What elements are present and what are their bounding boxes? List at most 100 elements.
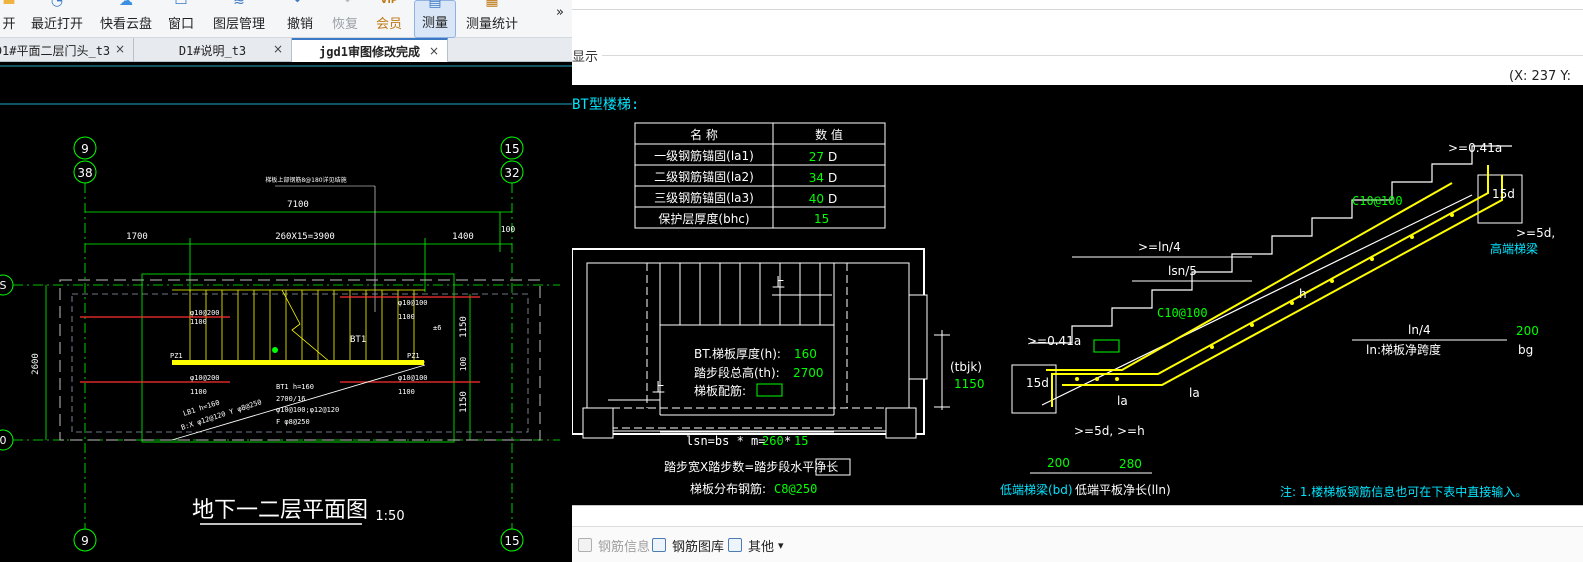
svg-text:二级钢筋锚固(la2): 二级钢筋锚固(la2) [654, 169, 754, 184]
window-button[interactable]: ▭ 窗口 [166, 0, 196, 38]
close-icon[interactable]: × [429, 44, 439, 58]
toolbar-overflow-button[interactable]: » [556, 5, 564, 20]
rebar-library-button[interactable]: 钢筋图库 [652, 534, 724, 556]
svg-text:(tbjk): (tbjk) [950, 360, 982, 374]
svg-text:φ10@100: φ10@100 [398, 299, 428, 307]
dialog-titlebar [572, 0, 1583, 10]
svg-text:一级钢筋锚固(la1): 一级钢筋锚固(la1) [654, 148, 754, 163]
redo-button[interactable]: ↷ 恢复 [330, 0, 360, 38]
svg-text:φ10@100;φ12@120: φ10@100;φ12@120 [276, 406, 339, 414]
axis-bubble: 9 15 [73, 528, 524, 552]
measure-stats-button[interactable]: ▦ 测量统计 [464, 0, 520, 38]
tab-jgd1-review[interactable]: jgd1审图修改完成 × [292, 38, 448, 62]
svg-text:数 值: 数 值 [815, 127, 843, 142]
stair-parameter-dialog: 显示 (X: 237 Y: BT型楼梯: 名 称 数 值 一级钢筋锚固(la1)… [572, 0, 1583, 562]
rebar-info-button[interactable]: 钢筋信息 [578, 534, 650, 556]
svg-text:1150: 1150 [954, 377, 985, 391]
group-divider [602, 55, 1583, 56]
vip-badge-icon: VIP [380, 0, 398, 6]
redo-icon: ↷ [339, 0, 351, 9]
stair-treads [172, 289, 425, 363]
svg-text:BT.梯板厚度(h):: BT.梯板厚度(h): [694, 346, 781, 361]
svg-text:三级钢筋锚固(la3): 三级钢筋锚固(la3) [654, 190, 754, 205]
cloud-button[interactable]: ☁ 快看云盘 [98, 0, 154, 38]
svg-text:260X15=3900: 260X15=3900 [275, 232, 335, 242]
svg-text:低端梯梁(bd): 低端梯梁(bd) [1000, 482, 1073, 497]
svg-text:>=5d,: >=5d, [1516, 226, 1555, 240]
document-tab-bar: D1#平面二层门头_t3 × D1#说明_t3 × jgd1审图修改完成 × [0, 38, 572, 62]
svg-text:la: la [1117, 394, 1128, 408]
display-group-label: 显示 [572, 50, 599, 65]
svg-text:D: D [828, 150, 837, 164]
dialog-bottom-toolbar: 钢筋信息 钢筋图库 其他 ▾ [572, 526, 1583, 562]
svg-text:lsn/5: lsn/5 [1168, 264, 1197, 278]
svg-text:>=5d, >=h: >=5d, >=h [1074, 424, 1145, 438]
svg-text:280: 280 [1119, 457, 1142, 471]
anchorage-table: 名 称 数 值 一级钢筋锚固(la1) 27 D 二级钢筋锚固(la2) 34 … [634, 122, 886, 229]
svg-text:7100: 7100 [287, 200, 309, 210]
svg-text:>=ln/4: >=ln/4 [1138, 240, 1181, 254]
svg-text:1:50: 1:50 [375, 509, 404, 524]
document-icon [728, 538, 742, 552]
svg-text:40: 40 [809, 192, 824, 206]
svg-text:F φ8@250: F φ8@250 [276, 418, 310, 426]
svg-text:160: 160 [794, 347, 817, 361]
svg-text:>=0.41a: >=0.41a [1448, 141, 1502, 155]
svg-text:15: 15 [814, 212, 829, 226]
svg-text:1150: 1150 [459, 316, 469, 338]
svg-text:上: 上 [772, 276, 785, 291]
stair-section-view: C10@100 C10@100 >=ln/4 lsn/5 >=0.41a >=0… [1000, 141, 1555, 499]
svg-text:*: * [784, 434, 791, 448]
measure-button[interactable]: ▤ 测量 [414, 0, 456, 38]
svg-text:ln/4: ln/4 [1408, 323, 1431, 337]
diagram-title: BT型楼梯: [572, 97, 639, 113]
recent-button[interactable]: ◔ 最近打开 [28, 0, 86, 38]
svg-text:C8@250: C8@250 [774, 482, 817, 496]
dialog-status-strip [572, 505, 1583, 526]
svg-text:梯板分布钢筋:: 梯板分布钢筋: [690, 481, 766, 496]
other-menu-button[interactable]: 其他 ▾ [728, 534, 784, 556]
open-button[interactable]: ▬ 开 [0, 0, 18, 38]
undo-button[interactable]: ↶ 撤销 [285, 0, 315, 38]
vip-button[interactable]: VIP 会员 [374, 0, 404, 38]
svg-text:200: 200 [1516, 324, 1539, 338]
svg-text:bg: bg [1518, 343, 1533, 357]
bt-stair-diagram: BT型楼梯: 名 称 数 值 一级钢筋锚固(la1) 27 D 二级钢筋锚固(l… [572, 85, 1583, 505]
cad-toolbar: ▬ 开 ◔ 最近打开 ☁ 快看云盘 ▭ 窗口 ≋ 图层管理 ↶ 撤销 ↷ 恢复 … [0, 0, 572, 38]
ruler-icon: ▤ [428, 0, 442, 10]
close-icon[interactable]: × [273, 42, 283, 56]
svg-text:D: D [828, 192, 837, 206]
svg-text:D: D [828, 171, 837, 185]
svg-text:低端平板净长(lln): 低端平板净长(lln) [1075, 483, 1171, 497]
svg-text:200: 200 [1047, 456, 1070, 470]
svg-text:9: 9 [81, 142, 89, 156]
svg-text:100: 100 [459, 357, 468, 372]
svg-text:S: S [0, 279, 7, 292]
svg-text:27: 27 [809, 150, 824, 164]
svg-text:15d: 15d [1492, 187, 1515, 201]
svg-text:ln:梯板净跨度: ln:梯板净跨度 [1366, 342, 1441, 357]
svg-text:2700: 2700 [793, 366, 824, 380]
layers-icon: ≋ [233, 0, 245, 9]
svg-text:踏步段总高(th):: 踏步段总高(th): [694, 365, 780, 380]
clock-icon: ◔ [50, 0, 64, 9]
tab-d1-notes[interactable]: D1#说明_t3 × [134, 38, 292, 62]
tab-d1-plan-floor2[interactable]: D1#平面二层门头_t3 × [0, 38, 134, 62]
layers-button[interactable]: ≋ 图层管理 [210, 0, 268, 38]
folder-open-icon: ▬ [2, 0, 16, 9]
svg-text:0: 0 [0, 434, 7, 447]
axis-bubble: S 0 [0, 274, 14, 451]
cad-drawing-canvas[interactable]: 9 38 15 32 S 0 9 15 7100 1700 260X15=390… [0, 62, 572, 562]
rebar-info-icon [578, 538, 592, 552]
svg-text:PZ1: PZ1 [170, 352, 183, 360]
close-icon[interactable]: × [115, 42, 125, 56]
svg-text:名 称: 名 称 [690, 127, 718, 142]
svg-text:la: la [1189, 386, 1200, 400]
svg-text:C10@100: C10@100 [1157, 306, 1208, 320]
rebar-library-icon [652, 538, 666, 552]
coordinate-readout: (X: 237 Y: [1509, 69, 1572, 84]
svg-text:梯板配筋:: 梯板配筋: [694, 383, 746, 398]
svg-text:9: 9 [81, 534, 89, 548]
cloud-icon: ☁ [119, 0, 133, 9]
svg-text:38: 38 [77, 166, 92, 180]
